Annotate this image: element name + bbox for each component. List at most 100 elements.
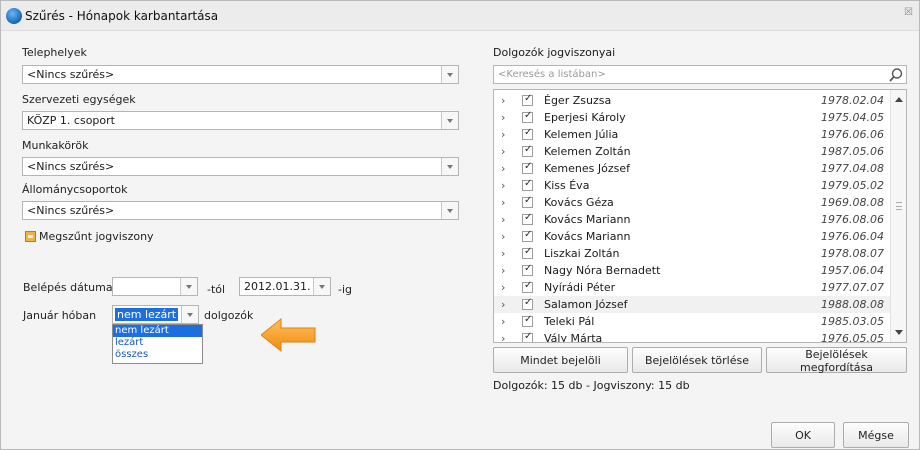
- cancel-button[interactable]: Mégse: [843, 422, 909, 448]
- row-checkbox[interactable]: [522, 93, 533, 106]
- dropdown-option[interactable]: összes: [113, 349, 202, 361]
- chevron-down-icon[interactable]: [180, 278, 197, 295]
- list-item[interactable]: › Kelemen Zoltán 1987.05.06: [494, 143, 890, 160]
- list-item[interactable]: › Nagy Nóra Bernadett 1957.06.04: [494, 262, 890, 279]
- terminated-label: Megszűnt jogviszony: [39, 230, 154, 243]
- search-box[interactable]: [493, 65, 907, 84]
- employee-name: Liszkai Zoltán: [544, 247, 620, 260]
- employee-date: 1985.03.05: [821, 315, 884, 328]
- expand-icon[interactable]: ›: [501, 94, 505, 107]
- expand-icon[interactable]: ›: [501, 315, 505, 328]
- chevron-down-icon[interactable]: [313, 278, 330, 295]
- employee-date: 1979.05.02: [821, 179, 884, 192]
- jobs-combo[interactable]: <Nincs szűrés>: [22, 157, 459, 176]
- employee-date: 1977.07.07: [821, 281, 884, 294]
- row-checkbox[interactable]: [522, 331, 533, 342]
- row-checkbox[interactable]: [522, 263, 533, 276]
- list-item[interactable]: › Teleki Pál 1985.03.05: [494, 313, 890, 330]
- employee-list[interactable]: › Éger Zsuzsa 1978.02.04 › Eperjesi Káro…: [493, 89, 907, 343]
- chevron-down-icon[interactable]: [441, 158, 458, 175]
- close-icon[interactable]: ☒: [904, 7, 913, 18]
- row-checkbox[interactable]: [522, 161, 533, 174]
- employee-date: 1976.06.04: [821, 230, 884, 243]
- expand-icon[interactable]: ›: [501, 196, 505, 209]
- expand-icon[interactable]: ›: [501, 281, 505, 294]
- row-checkbox[interactable]: [522, 195, 533, 208]
- employee-name: Teleki Pál: [544, 315, 595, 328]
- entry-date-to-field[interactable]: 2012.01.31.: [239, 277, 331, 296]
- expand-icon[interactable]: ›: [501, 247, 505, 260]
- expand-icon[interactable]: ›: [501, 264, 505, 277]
- row-checkbox[interactable]: [522, 110, 533, 123]
- expand-icon[interactable]: ›: [501, 145, 505, 158]
- staff-groups-combo[interactable]: <Nincs szűrés>: [22, 201, 459, 220]
- employee-name: Eperjesi Károly: [544, 111, 626, 124]
- employee-date: 1976.06.06: [821, 128, 884, 141]
- invert-selection-button[interactable]: Bejelölések megfordítása: [766, 347, 907, 374]
- clear-selection-button[interactable]: Bejelölések törlése: [632, 347, 762, 373]
- expand-icon[interactable]: ›: [501, 111, 505, 124]
- list-item[interactable]: › Vály Márta 1976.05.05: [494, 330, 890, 343]
- search-input[interactable]: [494, 66, 884, 83]
- org-units-combo[interactable]: KÖZP 1. csoport: [22, 111, 459, 130]
- entry-date-to-value: 2012.01.31.: [244, 280, 311, 293]
- employee-date: 1957.06.04: [821, 264, 884, 277]
- row-checkbox[interactable]: [522, 229, 533, 242]
- ok-button[interactable]: OK: [771, 422, 835, 448]
- row-checkbox[interactable]: [522, 178, 533, 191]
- jobs-value: <Nincs szűrés>: [27, 160, 115, 173]
- sites-combo[interactable]: <Nincs szűrés>: [22, 65, 459, 84]
- search-icon[interactable]: [888, 67, 904, 83]
- list-item[interactable]: › Nyírádi Péter 1977.07.07: [494, 279, 890, 296]
- employee-name: Vály Márta: [544, 332, 603, 343]
- row-checkbox[interactable]: [522, 314, 533, 327]
- chevron-down-icon[interactable]: [441, 112, 458, 129]
- row-checkbox[interactable]: [522, 297, 533, 310]
- employee-name: Kovács Géza: [544, 196, 614, 209]
- row-checkbox[interactable]: [522, 212, 533, 225]
- month-filter-value: nem lezárt: [115, 308, 179, 321]
- list-item[interactable]: › Kovács Mariann 1976.06.04: [494, 228, 890, 245]
- dropdown-option[interactable]: lezárt: [113, 337, 202, 349]
- dropdown-option[interactable]: nem lezárt: [113, 325, 202, 337]
- list-item[interactable]: › Kiss Éva 1979.05.02: [494, 177, 890, 194]
- month-filter-combo[interactable]: nem lezárt: [112, 305, 199, 324]
- expand-icon[interactable]: ›: [501, 162, 505, 175]
- expand-icon[interactable]: ›: [501, 298, 505, 311]
- employee-name: Kovács Mariann: [544, 230, 631, 243]
- list-item[interactable]: › Eperjesi Károly 1975.04.05: [494, 109, 890, 126]
- list-item[interactable]: › Salamon József 1988.08.08: [494, 296, 890, 313]
- org-units-label: Szervezeti egységek: [22, 93, 136, 106]
- employee-date: 1977.04.08: [821, 162, 884, 175]
- expand-icon[interactable]: ›: [501, 230, 505, 243]
- row-checkbox[interactable]: [522, 280, 533, 293]
- row-checkbox[interactable]: [522, 144, 533, 157]
- terminated-checkbox[interactable]: [25, 231, 36, 242]
- expand-icon[interactable]: ›: [501, 332, 505, 342]
- entry-date-from-field[interactable]: [112, 277, 198, 296]
- month-filter-suffix: dolgozók: [204, 309, 254, 322]
- window-title: Szűrés - Hónapok karbantartása: [25, 9, 219, 23]
- select-all-button[interactable]: Mindet bejelöli: [493, 347, 628, 373]
- chevron-down-icon[interactable]: [181, 306, 198, 323]
- row-checkbox[interactable]: [522, 246, 533, 259]
- employee-name: Kelemen Zoltán: [544, 145, 631, 158]
- row-checkbox[interactable]: [522, 127, 533, 140]
- expand-icon[interactable]: ›: [501, 213, 505, 226]
- scroll-down-icon[interactable]: [895, 330, 903, 335]
- list-item[interactable]: › Kemenes József 1977.04.08: [494, 160, 890, 177]
- list-item[interactable]: › Éger Zsuzsa 1978.02.04: [494, 92, 890, 109]
- list-item[interactable]: › Kovács Géza 1969.08.08: [494, 194, 890, 211]
- expand-icon[interactable]: ›: [501, 128, 505, 141]
- chevron-down-icon[interactable]: [441, 66, 458, 83]
- chevron-down-icon[interactable]: [441, 202, 458, 219]
- employee-name: Salamon József: [544, 298, 628, 311]
- list-item[interactable]: › Kovács Mariann 1976.08.06: [494, 211, 890, 228]
- list-item[interactable]: › Liszkai Zoltán 1978.08.07: [494, 245, 890, 262]
- scroll-thumb[interactable]: [896, 202, 902, 210]
- employee-name: Kemenes József: [544, 162, 631, 175]
- list-scrollbar[interactable]: [890, 90, 906, 342]
- expand-icon[interactable]: ›: [501, 179, 505, 192]
- scroll-up-icon[interactable]: [895, 97, 903, 102]
- list-item[interactable]: › Kelemen Júlia 1976.06.06: [494, 126, 890, 143]
